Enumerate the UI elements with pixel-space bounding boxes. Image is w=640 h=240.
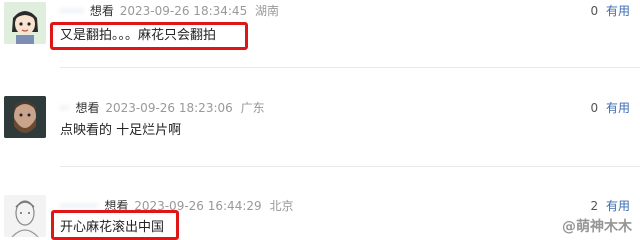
divider: [60, 166, 640, 167]
sketch-portrait-avatar-icon: [4, 195, 46, 237]
ip-location: 广东: [240, 101, 265, 115]
useful-count: 0: [590, 101, 599, 115]
rating-tag: 想看: [89, 4, 114, 18]
useful-vote: 2 有用: [591, 198, 630, 214]
rating-tag: 想看: [75, 101, 100, 115]
useful-button[interactable]: 有用: [606, 199, 630, 213]
cartoon-girl-avatar-icon: [4, 2, 46, 44]
comment-meta: ····· 想看 2023-09-26 18:34:45 湖南: [60, 3, 279, 19]
useful-vote: 0 有用: [591, 100, 630, 116]
avatar[interactable]: [4, 96, 46, 138]
username[interactable]: ··: [60, 101, 70, 115]
ip-location: 湖南: [255, 4, 280, 18]
highlight-box: [51, 210, 179, 240]
useful-vote: 0 有用: [591, 3, 630, 19]
useful-count: 0: [590, 4, 599, 18]
useful-button[interactable]: 有用: [606, 101, 630, 115]
avatar[interactable]: [4, 2, 46, 44]
timestamp: 2023-09-26 18:23:06: [105, 101, 233, 115]
username[interactable]: ·····: [60, 4, 84, 18]
useful-button[interactable]: 有用: [606, 4, 630, 18]
comment-meta: ·· 想看 2023-09-26 18:23:06 广东: [60, 100, 265, 116]
avatar[interactable]: [4, 195, 46, 237]
highlight-box: [50, 22, 248, 50]
useful-count: 2: [590, 199, 599, 213]
timestamp: 2023-09-26 18:34:45: [119, 4, 248, 18]
watermark: @萌神木木: [562, 219, 632, 235]
bearded-man-avatar-icon: [4, 96, 46, 138]
ip-location: 北京: [269, 199, 294, 213]
comment-text: 点映看的 十足烂片啊: [60, 123, 182, 138]
divider: [60, 67, 640, 68]
